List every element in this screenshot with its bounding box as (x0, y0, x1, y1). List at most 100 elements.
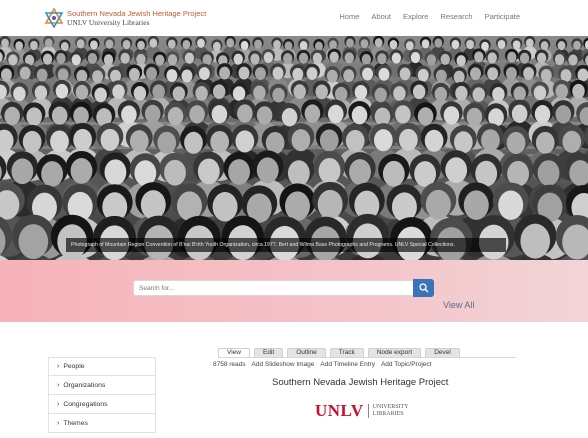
person-face (434, 86, 448, 102)
person-face (100, 128, 120, 151)
read-count: 8758 reads (213, 361, 246, 368)
person-face (30, 40, 38, 51)
tab-track[interactable]: Track (329, 348, 364, 357)
person-face (453, 70, 465, 84)
person-face (455, 85, 468, 101)
person-face (155, 54, 165, 66)
nav-participate[interactable]: Participate (485, 12, 520, 21)
sidebar-item-congregations[interactable]: › Congregations (48, 395, 156, 414)
person-face (18, 224, 49, 260)
nav-research[interactable]: Research (440, 12, 472, 21)
person-face (71, 54, 81, 66)
unlv-logo-word: UNLV (315, 401, 364, 420)
person-face (50, 130, 69, 153)
person-face (474, 51, 484, 63)
person-face (87, 52, 98, 65)
person-face (345, 129, 365, 152)
tab-node-export[interactable]: Node export (367, 348, 422, 357)
person-face (577, 68, 588, 82)
person-face (536, 52, 547, 64)
chevron-right-icon: › (57, 381, 60, 389)
nav-explore[interactable]: Explore (403, 12, 428, 21)
sidebar-item-label: Themes (63, 419, 88, 427)
site-logo[interactable]: Southern Nevada Jewish Heritage Project … (44, 6, 206, 30)
person-face (181, 69, 193, 83)
person-face (374, 38, 383, 48)
person-face (398, 128, 418, 151)
person-face (291, 129, 311, 152)
person-face (56, 52, 66, 65)
person-face (463, 190, 489, 220)
person-face (555, 83, 568, 99)
add-topic-project-link[interactable]: Add Topic/Project (381, 361, 431, 368)
person-face (152, 84, 165, 100)
person-face (44, 38, 53, 48)
person-face (513, 86, 526, 102)
nav-about[interactable]: About (371, 12, 391, 21)
unlv-libraries-logo[interactable]: UNLV UNIVERSITY LIBRARIES (315, 401, 409, 421)
tab-devel[interactable]: Devel (425, 348, 460, 357)
tab-view[interactable]: View (218, 348, 250, 357)
person-face (233, 53, 243, 65)
view-all-link[interactable]: View All (443, 300, 474, 310)
person-face (212, 41, 221, 52)
person-face (440, 53, 450, 65)
search-input[interactable] (133, 280, 414, 296)
person-face (456, 55, 466, 67)
person-face (184, 52, 195, 64)
person-face (562, 130, 582, 153)
person-face (284, 191, 310, 221)
person-face (235, 130, 255, 153)
person-face (327, 104, 344, 124)
person-face (42, 53, 53, 65)
person-face (140, 190, 166, 220)
person-face (395, 105, 411, 124)
person-face (382, 160, 405, 187)
person-face (189, 105, 205, 124)
sidebar-item-people[interactable]: › People (48, 357, 156, 376)
search-button[interactable] (413, 279, 434, 297)
person-face (76, 39, 85, 49)
nav-home[interactable]: Home (339, 12, 359, 21)
person-face (0, 68, 12, 82)
add-timeline-entry-link[interactable]: Add Timeline Entry (320, 361, 375, 368)
person-face (492, 86, 505, 102)
person-face (417, 68, 429, 82)
person-face (319, 129, 339, 152)
person-face (393, 86, 406, 101)
chevron-right-icon: › (57, 419, 60, 427)
person-face (22, 130, 42, 153)
person-face (184, 131, 203, 154)
person-face (417, 107, 434, 126)
add-slideshow-image-link[interactable]: Add Slideshow Image (252, 361, 315, 368)
person-face (51, 106, 68, 125)
tab-edit[interactable]: Edit (253, 348, 284, 357)
person-face (232, 86, 246, 101)
chevron-right-icon: › (57, 400, 60, 408)
person-face (519, 52, 530, 64)
person-face (572, 83, 585, 99)
person-face (202, 54, 212, 66)
person-face (167, 39, 176, 49)
page-title: Southern Nevada Jewish Heritage Project (272, 377, 449, 388)
person-face (273, 39, 281, 50)
person-face (318, 157, 341, 184)
person-face (197, 158, 220, 185)
sidebar: › People › Organizations › Congregations… (48, 357, 156, 433)
sidebar-item-organizations[interactable]: › Organizations (48, 376, 156, 395)
person-face (166, 69, 178, 82)
person-face (378, 67, 390, 81)
person-face (136, 53, 146, 65)
sidebar-item-label: Organizations (63, 381, 106, 389)
tab-outline[interactable]: Outline (287, 348, 326, 357)
person-face (112, 84, 125, 100)
person-face (523, 66, 535, 80)
person-face (133, 85, 147, 101)
unlv-logo-sub2: LIBRARIES (372, 411, 404, 417)
person-face (137, 40, 145, 50)
person-face (272, 87, 285, 103)
person-face (164, 159, 186, 186)
person-face (4, 106, 20, 126)
sidebar-item-themes[interactable]: › Themes (48, 414, 156, 433)
person-face (281, 108, 298, 127)
